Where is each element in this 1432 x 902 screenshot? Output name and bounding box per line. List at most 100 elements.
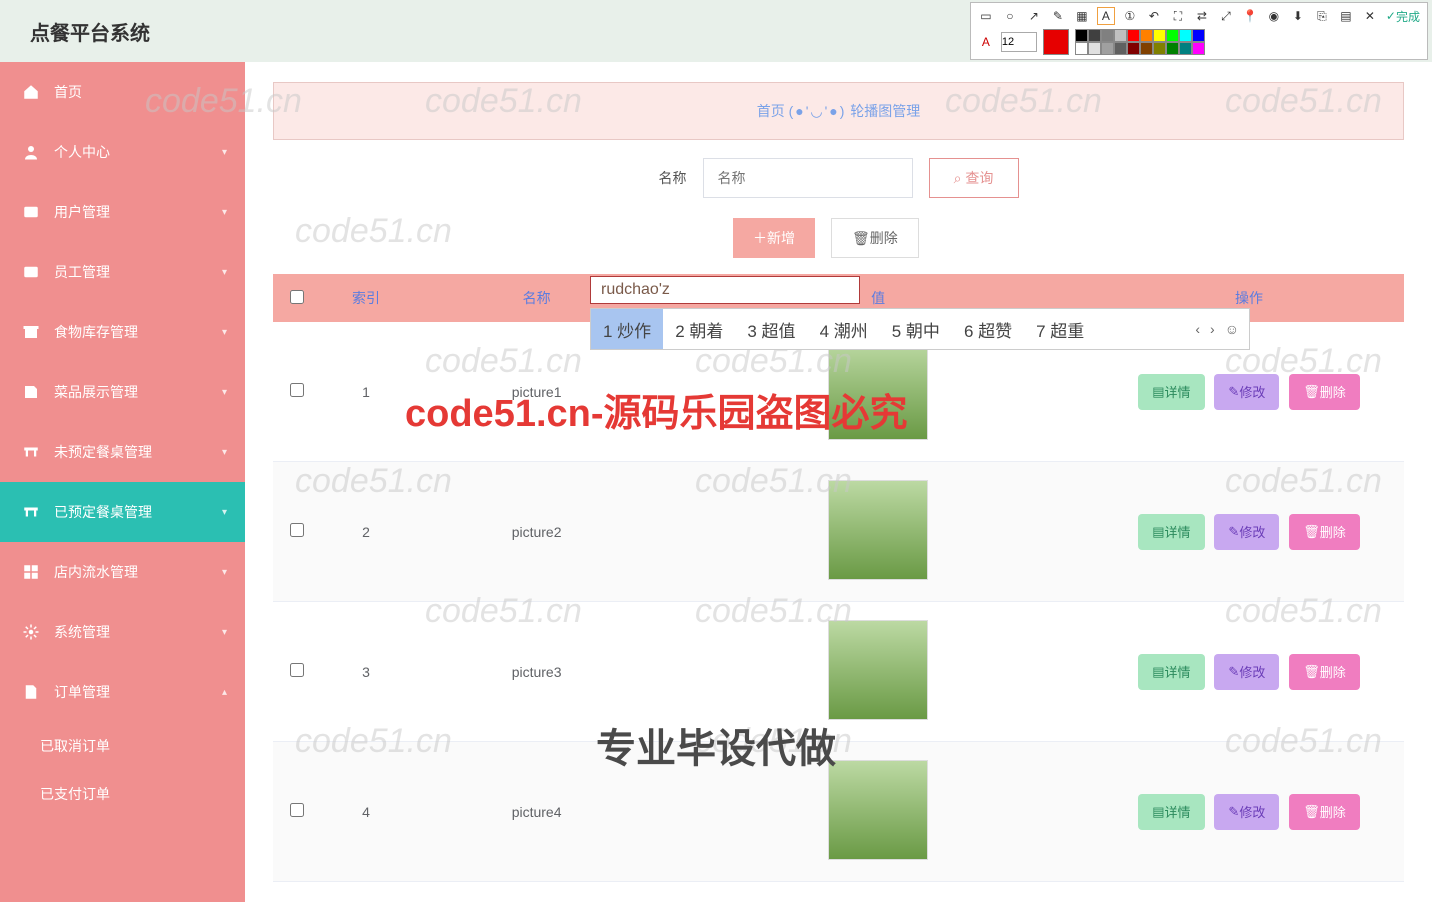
row-checkbox[interactable] <box>290 663 304 677</box>
color-swatch[interactable] <box>1153 42 1166 55</box>
color-swatch[interactable] <box>1192 42 1205 55</box>
sidebar-sub-cancelled[interactable]: 已取消订单 <box>0 722 245 770</box>
text-tool-icon[interactable]: A <box>1097 7 1115 25</box>
edit-button[interactable]: ✎ 修改 <box>1214 374 1279 410</box>
delete-button[interactable]: 🗑 删除 <box>1289 374 1360 410</box>
sidebar-item-label: 用户管理 <box>54 202 110 222</box>
current-color-swatch[interactable] <box>1043 29 1069 55</box>
color-swatch[interactable] <box>1166 29 1179 42</box>
color-swatch[interactable] <box>1192 29 1205 42</box>
close-icon[interactable]: ✕ <box>1361 7 1379 25</box>
download-icon[interactable]: ⬇ <box>1289 7 1307 25</box>
detail-button[interactable]: ▤ 详情 <box>1138 654 1204 690</box>
sidebar-item-profile[interactable]: 个人中心 ▾ <box>0 122 245 182</box>
sidebar-item-stock[interactable]: 食物库存管理 ▾ <box>0 302 245 362</box>
delete-button[interactable]: 🗑 删除 <box>1289 654 1360 690</box>
ime-prev-icon[interactable]: ‹ <box>1195 321 1200 337</box>
dish-icon <box>22 383 40 401</box>
detail-button[interactable]: ▤ 详情 <box>1138 514 1204 550</box>
search-button[interactable]: ⌕ 查询 <box>929 158 1019 198</box>
mosaic-tool-icon[interactable]: ▦ <box>1073 7 1091 25</box>
gear-icon <box>22 623 40 641</box>
color-swatch[interactable] <box>1140 29 1153 42</box>
sidebar-item-staff[interactable]: 员工管理 ▾ <box>0 242 245 302</box>
sidebar-item-flow[interactable]: 店内流水管理 ▾ <box>0 542 245 602</box>
color-swatch[interactable] <box>1127 42 1140 55</box>
sidebar-item-home[interactable]: 首页 <box>0 62 245 122</box>
rect-tool-icon[interactable]: ▭ <box>977 7 995 25</box>
edit-button[interactable]: ✎ 修改 <box>1214 794 1279 830</box>
ime-smile-icon[interactable]: ☺ <box>1225 321 1239 337</box>
table-row: 4 picture4 ▤ 详情 ✎ 修改 🗑 删除 <box>273 742 1404 882</box>
breadcrumb-home[interactable]: 首页 <box>757 103 785 119</box>
sidebar-item-dish[interactable]: 菜品展示管理 ▾ <box>0 362 245 422</box>
sidebar-item-order[interactable]: 订单管理 ▴ <box>0 662 245 722</box>
pin2-icon[interactable]: 📍 <box>1241 7 1259 25</box>
color-swatch[interactable] <box>1101 42 1114 55</box>
ime-composition[interactable]: rudchao'z <box>590 276 860 304</box>
color-swatch[interactable] <box>1101 29 1114 42</box>
pen-tool-icon[interactable]: ✎ <box>1049 7 1067 25</box>
color-swatch[interactable] <box>1153 29 1166 42</box>
edit-button[interactable]: ✎ 修改 <box>1214 514 1279 550</box>
ime-next-icon[interactable]: › <box>1210 321 1215 337</box>
delete-button[interactable]: 🗑 删除 <box>1289 794 1360 830</box>
color-swatch[interactable] <box>1075 29 1088 42</box>
color-swatch[interactable] <box>1075 42 1088 55</box>
font-size-input[interactable] <box>1001 32 1037 52</box>
arrow-tool-icon[interactable]: ↗ <box>1025 7 1043 25</box>
color-swatch[interactable] <box>1088 42 1101 55</box>
sidebar-item-label: 未预定餐桌管理 <box>54 442 152 462</box>
color-swatch[interactable] <box>1114 29 1127 42</box>
chevron-down-icon: ▾ <box>222 327 227 338</box>
ime-candidate[interactable]: 1 炒作 <box>591 309 663 349</box>
ime-candidate[interactable]: 2 朝着 <box>663 317 735 342</box>
cell-name: picture3 <box>411 602 662 742</box>
add-button[interactable]: ＋ 新增 <box>733 218 815 258</box>
color-swatch[interactable] <box>1179 42 1192 55</box>
translate-icon[interactable]: ⇄ <box>1193 7 1211 25</box>
ime-candidate[interactable]: 4 潮州 <box>808 317 880 342</box>
detail-button[interactable]: ▤ 详情 <box>1138 374 1204 410</box>
color-swatch[interactable] <box>1140 42 1153 55</box>
sidebar-item-users[interactable]: 用户管理 ▾ <box>0 182 245 242</box>
sidebar-item-label: 已预定餐桌管理 <box>54 502 152 522</box>
ime-candidate[interactable]: 7 超重 <box>1024 317 1096 342</box>
color-swatch[interactable] <box>1088 29 1101 42</box>
sidebar-item-booked[interactable]: 已预定餐桌管理 ▾ <box>0 482 245 542</box>
ime-candidate[interactable]: 6 超赞 <box>952 317 1024 342</box>
sidebar-item-system[interactable]: 系统管理 ▾ <box>0 602 245 662</box>
detail-button[interactable]: ▤ 详情 <box>1138 794 1204 830</box>
user-icon <box>22 143 40 161</box>
copy2-icon[interactable]: ▤ <box>1337 7 1355 25</box>
sidebar-item-label: 食物库存管理 <box>54 322 138 342</box>
row-checkbox[interactable] <box>290 523 304 537</box>
copy-icon[interactable]: ⎘ <box>1313 7 1331 25</box>
pin-icon[interactable]: ⤢ <box>1217 7 1235 25</box>
cell-name: picture4 <box>411 742 662 882</box>
delete-button[interactable]: 🗑 删除 <box>1289 514 1360 550</box>
color-swatch[interactable] <box>1179 29 1192 42</box>
crop-icon[interactable]: ⛶ <box>1169 7 1187 25</box>
search-input[interactable] <box>703 158 913 198</box>
color-swatch[interactable] <box>1166 42 1179 55</box>
ime-candidate[interactable]: 3 超值 <box>735 317 807 342</box>
trash-icon: 🗑 <box>1303 664 1320 680</box>
color-swatch[interactable] <box>1127 29 1140 42</box>
row-checkbox[interactable] <box>290 383 304 397</box>
circle-tool-icon[interactable]: ○ <box>1001 7 1019 25</box>
bulk-delete-button[interactable]: 🗑 删除 <box>831 218 919 258</box>
number-tool-icon[interactable]: ① <box>1121 7 1139 25</box>
select-all-checkbox[interactable] <box>290 290 304 304</box>
edit-button[interactable]: ✎ 修改 <box>1214 654 1279 690</box>
done-button[interactable]: ✓ 完成 <box>1385 7 1421 25</box>
thumbnail-image <box>828 620 928 720</box>
chevron-down-icon: ▾ <box>222 207 227 218</box>
color-swatch[interactable] <box>1114 42 1127 55</box>
undo-icon[interactable]: ↶ <box>1145 7 1163 25</box>
row-checkbox[interactable] <box>290 803 304 817</box>
sidebar-sub-paid[interactable]: 已支付订单 <box>0 770 245 818</box>
record-icon[interactable]: ◉ <box>1265 7 1283 25</box>
sidebar-item-unbooked[interactable]: 未预定餐桌管理 ▾ <box>0 422 245 482</box>
ime-candidate[interactable]: 5 朝中 <box>880 317 952 342</box>
